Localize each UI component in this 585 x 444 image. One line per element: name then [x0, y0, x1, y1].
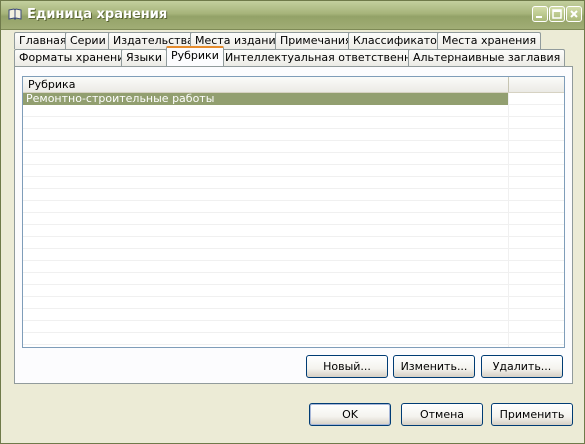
empty-row: [23, 213, 564, 225]
empty-row: [23, 117, 564, 129]
tab-classifier[interactable]: Классификатор: [348, 32, 449, 49]
empty-row: [23, 333, 564, 345]
edit-button[interactable]: Изменить...: [393, 355, 475, 378]
ok-button[interactable]: OK: [309, 403, 391, 426]
empty-row: [23, 129, 564, 141]
apply-button[interactable]: Применить: [491, 403, 573, 426]
empty-cell: [23, 321, 509, 333]
empty-row: [23, 249, 564, 261]
empty-cell: [23, 285, 509, 297]
empty-cell: [23, 297, 509, 309]
list-item-text: Ремонтно-строительные работы: [23, 93, 509, 105]
close-icon: [570, 10, 578, 18]
empty-row: [23, 201, 564, 213]
empty-cell: [23, 213, 509, 225]
empty-cell: [23, 117, 509, 129]
empty-row: [23, 261, 564, 273]
list-item[interactable]: Ремонтно-строительные работы: [23, 93, 564, 105]
column-header-empty: [509, 77, 564, 92]
dialog-window: Единица хранения Главная Серии Издательс…: [0, 0, 585, 444]
title-bar[interactable]: Единица хранения: [1, 1, 584, 30]
close-button[interactable]: [566, 6, 582, 22]
empty-cell: [23, 345, 509, 347]
empty-row: [23, 189, 564, 201]
empty-row: [23, 237, 564, 249]
rubrics-list[interactable]: Рубрика Ремонтно-строительные работы: [22, 76, 565, 348]
empty-cell: [23, 201, 509, 213]
empty-cell: [23, 129, 509, 141]
list-rows: Ремонтно-строительные работы: [23, 93, 564, 347]
book-icon: [8, 8, 22, 21]
maximize-icon: [552, 9, 562, 19]
empty-row: [23, 273, 564, 285]
empty-row: [23, 177, 564, 189]
tab-storage-places[interactable]: Места хранения: [437, 32, 542, 49]
empty-cell: [23, 177, 509, 189]
empty-row: [23, 225, 564, 237]
empty-cell: [23, 333, 509, 345]
empty-cell: [23, 273, 509, 285]
tab-alternative-titles[interactable]: Альтернаивные заглавия: [408, 49, 566, 66]
tab-notes[interactable]: Примечания: [275, 32, 357, 49]
tab-storage-formats[interactable]: Форматы хранения: [14, 49, 136, 66]
empty-row: [23, 345, 564, 347]
empty-cell: [23, 249, 509, 261]
empty-cell: [23, 141, 509, 153]
tab-rubrics[interactable]: Рубрики: [166, 46, 224, 66]
minimize-button[interactable]: [532, 6, 548, 22]
empty-row: [23, 141, 564, 153]
tab-languages[interactable]: Языки: [121, 49, 167, 66]
empty-cell: [23, 189, 509, 201]
empty-cell: [23, 261, 509, 273]
empty-row: [23, 285, 564, 297]
empty-cell: [23, 105, 509, 117]
rubrics-tab-panel: Рубрика Ремонтно-строительные работы Нов…: [14, 66, 573, 384]
new-button[interactable]: Новый...: [306, 355, 388, 378]
empty-row: [23, 165, 564, 177]
empty-row: [23, 153, 564, 165]
window-title: Единица хранения: [27, 7, 168, 22]
tab-main[interactable]: Главная: [14, 32, 72, 49]
column-header-rubric[interactable]: Рубрика: [23, 77, 509, 92]
empty-cell: [23, 225, 509, 237]
empty-cell: [23, 237, 509, 249]
empty-cell: [23, 165, 509, 177]
minimize-icon: [536, 16, 542, 18]
empty-row: [23, 105, 564, 117]
empty-cell: [23, 309, 509, 321]
delete-button[interactable]: Удалить...: [481, 355, 563, 378]
list-header: Рубрика: [23, 77, 564, 93]
empty-row: [23, 309, 564, 321]
maximize-button[interactable]: [549, 6, 565, 22]
empty-cell: [23, 153, 509, 165]
tab-series[interactable]: Серии: [65, 32, 111, 49]
cancel-button[interactable]: Отмена: [401, 403, 483, 426]
empty-row: [23, 321, 564, 333]
empty-row: [23, 297, 564, 309]
